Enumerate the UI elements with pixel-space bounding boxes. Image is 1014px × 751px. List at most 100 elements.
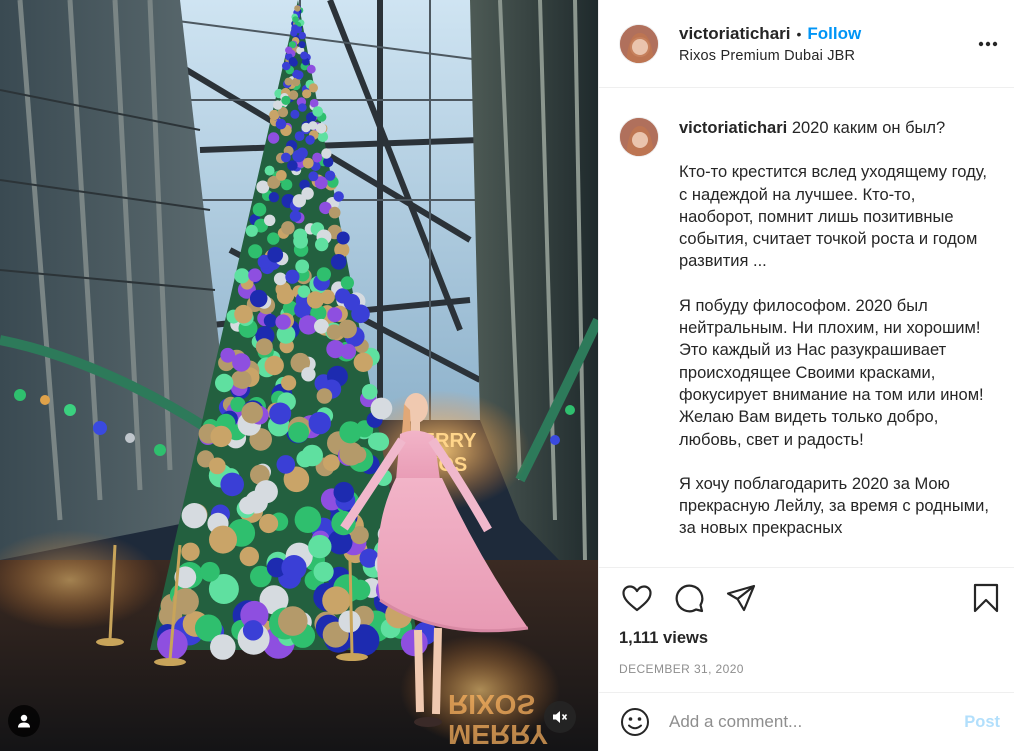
ornament-ball: [316, 267, 331, 282]
mute-toggle-button[interactable]: [544, 701, 576, 733]
caption: victoriatichari 2020 каким он был? Кто-т…: [619, 117, 994, 540]
comment-button[interactable]: [669, 578, 709, 618]
ornament-ball: [306, 291, 324, 309]
caption-username[interactable]: victoriatichari: [679, 119, 787, 137]
ornament-ball: [300, 51, 309, 60]
ornament-ball: [269, 402, 292, 425]
ornament-ball: [284, 77, 293, 86]
ornament-ball: [324, 170, 336, 181]
ornament-ball: [301, 367, 316, 382]
like-button[interactable]: [617, 578, 657, 618]
ornament-ball: [210, 425, 232, 448]
ornament-ball: [361, 384, 378, 400]
ornament-ball: [313, 561, 334, 582]
bookmark-icon: [973, 583, 999, 613]
ornament-ball: [290, 29, 298, 37]
ornament-ball: [305, 135, 315, 145]
save-button[interactable]: [966, 578, 1006, 618]
ornament-ball: [316, 388, 333, 404]
ornament-ball: [264, 165, 275, 176]
ornament-ball: [273, 272, 287, 286]
separator-dot: •: [796, 25, 802, 42]
ornament-ball: [241, 401, 263, 424]
ornament-ball: [343, 293, 361, 311]
ornament-ball: [287, 160, 298, 171]
post-location[interactable]: Rixos Premium Dubai JBR: [679, 48, 861, 64]
add-comment-bar: Post: [599, 692, 1014, 751]
tagged-users-button[interactable]: [8, 705, 40, 737]
post-date: DECEMBER 31, 2020: [619, 662, 744, 676]
heart-icon: [622, 584, 652, 611]
comments-area[interactable]: victoriatichari 2020 каким он был? Кто-т…: [599, 89, 1014, 567]
ornament-ball: [267, 232, 280, 245]
views-count[interactable]: 1,111 views: [599, 629, 1014, 648]
ornament-ball: [340, 276, 354, 290]
ornament-ball: [281, 95, 291, 105]
author-username[interactable]: victoriatichari: [679, 24, 791, 44]
share-button[interactable]: [721, 578, 761, 618]
ornament-ball: [333, 191, 344, 202]
more-horizontal-icon: [978, 41, 998, 47]
ornament-ball: [263, 314, 278, 328]
comment-input[interactable]: [669, 712, 965, 732]
ornament-ball: [267, 132, 280, 144]
ornament-ball: [327, 307, 343, 323]
ornament-ball: [294, 506, 322, 533]
ornament-ball: [281, 221, 295, 235]
post-photo: MERRY RIXOS RIXOS MERRY: [0, 0, 598, 751]
ornament-ball: [301, 444, 324, 467]
ornament-ball: [249, 289, 268, 308]
author-avatar[interactable]: [619, 23, 659, 64]
ornament-ball: [370, 432, 390, 451]
post-side-panel: victoriatichari • Follow Rixos Premium D…: [598, 0, 1014, 751]
paper-plane-icon: [726, 584, 756, 612]
ornament-ball: [322, 586, 351, 615]
ornament-ball: [239, 546, 259, 567]
ornament-ball: [248, 244, 263, 259]
ornament-ball: [276, 455, 296, 474]
avatar-image: [620, 24, 658, 63]
follow-button[interactable]: Follow: [807, 24, 861, 44]
ornament-ball: [220, 472, 244, 497]
ornament-ball: [306, 64, 316, 74]
ornament-ball: [245, 224, 258, 237]
ornament-ball: [333, 481, 355, 503]
post-comment-button[interactable]: Post: [964, 713, 1000, 732]
comment-icon: [675, 584, 704, 613]
ornament-ball: [328, 206, 341, 219]
emoji-button[interactable]: [619, 706, 651, 738]
ornament-ball: [294, 5, 301, 12]
caption-avatar[interactable]: [619, 117, 659, 157]
ornament-ball: [308, 411, 331, 435]
post-actions: 1,111 views DECEMBER 31, 2020: [599, 567, 1014, 676]
ornament-ball: [288, 57, 297, 66]
ornament-ball: [326, 340, 345, 359]
ornament-ball: [267, 246, 284, 263]
ornament-ball: [336, 231, 350, 245]
ornament-ball: [338, 319, 357, 339]
ornament-ball: [301, 122, 311, 133]
ornament-ball: [295, 259, 310, 274]
ornament-ball: [353, 352, 373, 372]
ornament-ball: [281, 555, 307, 581]
post-media[interactable]: MERRY RIXOS RIXOS MERRY: [0, 0, 598, 751]
ornament-ball: [315, 237, 329, 252]
ornament-ball: [215, 373, 234, 393]
caption-paragraph: Я побуду философом. 2020 был нейтральным…: [679, 296, 984, 449]
ornament-ball: [264, 355, 284, 376]
ornament-ball: [308, 534, 332, 559]
ornament-ball: [248, 268, 262, 283]
ornament-ball: [370, 397, 393, 420]
user-icon: [18, 714, 30, 728]
more-options-button[interactable]: [976, 32, 1000, 56]
ornament-ball: [309, 98, 319, 108]
ornament-ball: [275, 170, 287, 181]
caption-paragraph: Я хочу поблагодарить 2020 за Мою прекрас…: [679, 474, 989, 538]
ornament-ball: [338, 610, 361, 633]
caption-first-line: 2020 каким он был?: [791, 119, 946, 137]
ornament-ball: [208, 457, 226, 475]
ornament-ball: [181, 503, 207, 529]
ornament-ball: [255, 338, 273, 356]
ornament-ball: [234, 304, 253, 324]
sign-reflection-rixos: RIXOS: [448, 689, 535, 720]
